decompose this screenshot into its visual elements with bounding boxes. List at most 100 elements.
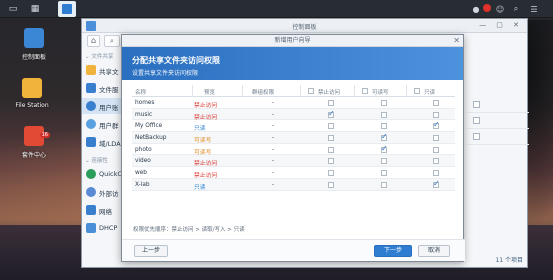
desktop-icon-file-station[interactable]: File Station — [12, 78, 52, 109]
deny-checkbox[interactable] — [328, 109, 335, 118]
row-checkbox[interactable] — [473, 117, 480, 124]
wizard-titlebar[interactable]: 新增用户向导 ✕ — [122, 35, 463, 47]
rw-checkbox[interactable] — [381, 100, 387, 106]
group-permission: - — [272, 123, 275, 130]
deny-checkbox[interactable] — [328, 135, 334, 142]
select-all-deny-checkbox[interactable] — [308, 88, 314, 94]
column-divider — [242, 85, 243, 97]
row-checkbox[interactable] — [473, 101, 480, 108]
table-row[interactable]: NetBackup 可读写 - — [132, 132, 455, 144]
column-preview[interactable]: 预览 — [204, 88, 215, 96]
ro-checkbox[interactable] — [433, 158, 439, 165]
sidebar-item-domain-ldap[interactable]: 域/LDA — [82, 134, 124, 150]
table-header: 名称 预览 群组权限 禁止访问 可读写 只读 — [132, 85, 455, 97]
sidebar-item-external-access[interactable]: 外部访 — [82, 184, 124, 200]
table-row[interactable] — [467, 129, 529, 145]
row-checkbox[interactable] — [473, 133, 480, 140]
deny-checkbox[interactable] — [328, 181, 334, 188]
taskbar: ▭ ▦ ● ☺ ⌕ ☰ — [0, 0, 553, 18]
control-panel-taskbar-icon[interactable] — [58, 1, 76, 17]
column-name[interactable]: 名称 — [135, 88, 146, 96]
share-name: music — [135, 111, 153, 118]
table-row[interactable]: X-lab 只读 - — [132, 178, 455, 191]
rw-checkbox[interactable] — [381, 170, 387, 177]
home-icon[interactable]: ⌂ — [87, 35, 100, 47]
select-all-ro-checkbox[interactable] — [414, 88, 420, 94]
group-icon — [86, 119, 96, 129]
main-menu-icon[interactable]: ▦ — [26, 2, 44, 16]
sidebar-item-quickconnect[interactable]: QuickC — [82, 166, 124, 182]
wizard-footer: 上一步 下一步 取消 — [122, 239, 465, 261]
sidebar-item-file-services[interactable]: 文件服 — [82, 80, 124, 96]
sidebar-item-dhcp[interactable]: DHCP — [82, 220, 124, 236]
ro-checkbox[interactable] — [433, 100, 439, 106]
quickconnect-icon — [86, 169, 96, 179]
group-permission: - — [272, 181, 275, 188]
rw-checkbox[interactable] — [381, 144, 388, 153]
deny-checkbox[interactable] — [328, 158, 334, 165]
wizard-header: 分配共享文件夹访问权限 设置共享文件夹访问权限 — [122, 47, 463, 80]
preview-permission: 禁止访问 — [194, 114, 218, 121]
deny-checkbox[interactable] — [328, 146, 334, 153]
ro-checkbox[interactable] — [433, 120, 440, 130]
sidebar-item-shared-folder[interactable]: 共享文 — [82, 62, 124, 78]
window-controls[interactable]: — ▢ ✕ — [479, 21, 523, 29]
table-row[interactable]: music 禁止访问 - — [132, 108, 455, 121]
control-panel-titlebar[interactable]: 控制面板 — ▢ ✕ — [82, 19, 527, 33]
column-rw: 可读写 — [372, 90, 389, 96]
sidebar-item-group[interactable]: 用户群 — [82, 116, 124, 132]
network-icon — [86, 205, 96, 215]
back-button[interactable]: 上一步 — [134, 245, 168, 257]
chat-icon[interactable]: ● — [470, 2, 482, 16]
table-row[interactable]: homes 禁止访问 - — [132, 97, 455, 109]
sidebar-item-user[interactable]: 用户账 — [82, 98, 124, 114]
rw-checkbox[interactable] — [381, 158, 387, 165]
ro-checkbox[interactable] — [433, 146, 439, 153]
desktop-icon-control-panel[interactable]: 控制面板 — [14, 28, 54, 61]
table-row[interactable] — [467, 97, 529, 113]
table-row[interactable]: photo 可读写 - — [132, 144, 455, 156]
folder-icon — [22, 78, 42, 98]
preview-permission: 禁止访问 — [194, 161, 218, 168]
deny-checkbox[interactable] — [328, 170, 334, 177]
wizard-subheading: 设置共享文件夹访问权限 — [132, 70, 199, 77]
next-button[interactable]: 下一步 — [374, 245, 412, 257]
dhcp-icon — [86, 223, 96, 233]
ro-checkbox[interactable] — [433, 170, 439, 177]
table-row[interactable]: web 禁止访问 - — [132, 167, 455, 179]
rw-checkbox[interactable] — [381, 123, 387, 130]
preview-permission: 只读 — [194, 126, 206, 133]
rw-checkbox[interactable] — [381, 132, 388, 142]
widgets-icon[interactable]: ☰ — [528, 2, 540, 16]
search-icon[interactable]: ⌕ — [510, 2, 522, 16]
column-divider — [406, 85, 407, 97]
deny-checkbox[interactable] — [328, 123, 334, 130]
user-icon[interactable]: ☺ — [494, 2, 506, 16]
deny-checkbox[interactable] — [328, 100, 334, 106]
share-name: web — [135, 170, 147, 177]
user-list-right-columns — [467, 49, 529, 269]
share-name: homes — [135, 100, 155, 106]
select-all-rw-checkbox[interactable] — [362, 88, 368, 94]
ro-checkbox[interactable] — [433, 179, 440, 188]
file-services-icon — [86, 83, 96, 93]
section-connectivity: ⌄ 连接性 — [85, 158, 108, 164]
table-row[interactable]: video 禁止访问 - — [132, 155, 455, 167]
notification-badge[interactable] — [483, 4, 491, 12]
sidebar-item-network[interactable]: 网络 — [82, 202, 124, 218]
table-row[interactable]: My Office 只读 - — [132, 120, 455, 132]
ro-checkbox[interactable] — [433, 135, 439, 142]
share-name: photo — [135, 146, 152, 153]
table-body: homes禁止访问-music禁止访问-My Office只读-NetBacku… — [132, 97, 455, 191]
rw-checkbox[interactable] — [381, 181, 387, 188]
table-row[interactable] — [467, 113, 529, 129]
cancel-button[interactable]: 取消 — [418, 245, 450, 257]
rw-checkbox[interactable] — [381, 111, 387, 118]
column-acl[interactable]: 群组权限 — [252, 88, 274, 96]
wizard-heading: 分配共享文件夹访问权限 — [132, 56, 220, 65]
desktop-icon-package-center[interactable]: 16 套件中心 — [14, 126, 54, 159]
show-desktop-icon[interactable]: ▭ — [4, 2, 22, 16]
ro-checkbox[interactable] — [433, 111, 439, 118]
close-icon[interactable]: ✕ — [453, 35, 460, 46]
search-button[interactable]: ⌕ — [104, 35, 120, 47]
